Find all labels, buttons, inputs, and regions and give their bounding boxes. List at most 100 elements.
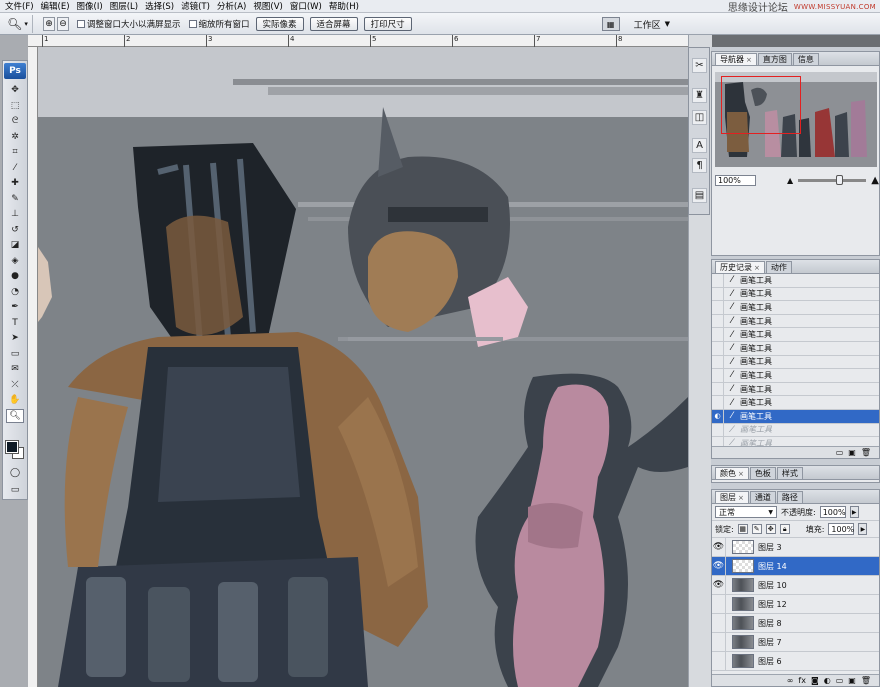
- bridge-icon[interactable]: ▦: [601, 17, 620, 31]
- print-size-button[interactable]: 打印尺寸: [363, 16, 412, 31]
- tab-layers-0[interactable]: 图层 ×: [715, 491, 749, 503]
- type-icon[interactable]: T: [6, 316, 24, 330]
- path-select-icon[interactable]: ➤: [6, 331, 24, 345]
- fill-field[interactable]: 100%: [828, 523, 855, 535]
- history-item[interactable]: ⁄ 画笔工具: [712, 396, 879, 410]
- eye-hidden-slot[interactable]: [712, 633, 726, 651]
- delete-layer-icon[interactable]: 🗑︎: [861, 676, 871, 685]
- history-source-cell[interactable]: [712, 396, 724, 409]
- navigator-preview[interactable]: [715, 72, 877, 167]
- actual-pixels-button[interactable]: 实际像素: [255, 16, 304, 31]
- history-source-cell[interactable]: [712, 287, 724, 301]
- history-brush-icon[interactable]: ↺: [6, 223, 24, 237]
- blur-icon[interactable]: ●: [6, 269, 24, 283]
- quick-mask-icon[interactable]: ◯: [6, 466, 24, 480]
- foreground-color-swatch[interactable]: [5, 440, 19, 454]
- menu-item[interactable]: 帮助(H): [327, 0, 364, 12]
- adjustment-layer-icon[interactable]: ◐: [824, 676, 831, 685]
- hand-icon[interactable]: ✋: [6, 393, 24, 407]
- history-item[interactable]: ⁄ 画笔工具: [712, 382, 879, 397]
- history-item[interactable]: ◐ ⁄ 画笔工具: [712, 409, 879, 424]
- tab-navigator-2[interactable]: 信息: [792, 53, 819, 65]
- move-icon[interactable]: ✥: [6, 83, 24, 97]
- zoom-out-small-icon[interactable]: ▲: [787, 176, 793, 185]
- rectangle-icon[interactable]: ▭: [6, 347, 24, 361]
- trash-icon[interactable]: 🗑︎: [861, 448, 871, 457]
- tab-navigator-1[interactable]: 直方图: [757, 53, 792, 65]
- history-source-cell[interactable]: [712, 382, 724, 396]
- fit-screen-button[interactable]: 适合屏幕: [309, 16, 358, 31]
- tab-color_panel-2[interactable]: 样式: [776, 467, 803, 479]
- tab-color_panel-0[interactable]: 颜色 ×: [715, 467, 749, 479]
- tab-navigator-0[interactable]: 导航器 ×: [715, 53, 757, 65]
- zoom-all-windows-checkbox[interactable]: 缩放所有窗口: [188, 18, 250, 30]
- layer-row[interactable]: 👁︎ 图层 10: [712, 576, 879, 595]
- close-icon[interactable]: ×: [738, 470, 744, 478]
- eye-icon[interactable]: 👁︎: [712, 576, 726, 594]
- pen-icon[interactable]: ✒: [6, 300, 24, 314]
- snapshot-icon[interactable]: ▭: [836, 448, 844, 457]
- new-layer-icon[interactable]: ▣: [848, 676, 856, 685]
- history-item[interactable]: ⁄ 画笔工具: [712, 369, 879, 383]
- menu-item[interactable]: 窗口(W): [288, 0, 327, 12]
- screen-mode-icon[interactable]: ▭: [6, 483, 24, 497]
- crop-icon[interactable]: ⌗: [6, 145, 24, 159]
- zoom-in-small-icon[interactable]: ▲: [871, 175, 879, 186]
- layer-row[interactable]: 图层 12: [712, 595, 879, 614]
- clone-source-icon[interactable]: ◫: [692, 110, 707, 125]
- opacity-field[interactable]: 100%: [819, 506, 846, 518]
- zoom-field[interactable]: 100%: [715, 174, 756, 186]
- lasso-icon[interactable]: ᘓ: [6, 114, 24, 128]
- history-source-cell[interactable]: ◐: [712, 409, 724, 423]
- history-source-cell[interactable]: [712, 423, 724, 437]
- layer-row[interactable]: 👁︎ 图层 14: [712, 557, 879, 576]
- history-item[interactable]: ⁄ 画笔工具: [712, 301, 879, 315]
- eye-hidden-slot[interactable]: [712, 652, 726, 670]
- history-item[interactable]: ⁄ 画笔工具: [712, 328, 879, 342]
- history-item[interactable]: ⁄ 画笔工具: [712, 314, 879, 329]
- history-source-cell[interactable]: [712, 301, 724, 314]
- zoom-tool-icon[interactable]: 🔍︎: [6, 408, 24, 423]
- eye-icon[interactable]: 👁︎: [712, 538, 726, 556]
- marquee-icon[interactable]: ⬚: [6, 99, 24, 113]
- vertical-ruler[interactable]: [28, 47, 38, 687]
- menu-item[interactable]: 选择(S): [143, 0, 179, 12]
- eye-hidden-slot[interactable]: [712, 614, 726, 632]
- healing-brush-icon[interactable]: ✚: [6, 176, 24, 190]
- zoom-slider-knob[interactable]: [836, 174, 844, 185]
- menu-item[interactable]: 图层(L): [108, 0, 143, 12]
- layer-style-icon[interactable]: fx: [798, 676, 806, 685]
- zoom-in-button[interactable]: ⊕: [43, 16, 55, 31]
- eye-hidden-slot[interactable]: [712, 595, 726, 613]
- resize-windows-checkbox[interactable]: 调整窗口大小以满屏显示: [77, 18, 181, 30]
- notes-icon[interactable]: ✉: [6, 362, 24, 376]
- opacity-arrow-button[interactable]: ▶: [849, 506, 859, 518]
- history-item[interactable]: ⁄ 画笔工具: [712, 341, 879, 356]
- zoom-slider[interactable]: [798, 174, 867, 185]
- close-icon[interactable]: ×: [746, 56, 752, 64]
- history-source-cell[interactable]: [712, 328, 724, 341]
- menu-item[interactable]: 滤镜(T): [179, 0, 215, 12]
- canvas[interactable]: [38, 47, 688, 687]
- brush-panel-icon[interactable]: ♜: [692, 88, 707, 103]
- eyedropper-icon[interactable]: ⁄: [6, 161, 24, 175]
- layer-row[interactable]: 👁︎ 图层 3: [712, 538, 879, 557]
- navigator-view-box[interactable]: [721, 76, 801, 134]
- link-layers-icon[interactable]: ∞: [787, 676, 794, 685]
- clone-stamp-icon[interactable]: ⊥: [6, 207, 24, 221]
- tab-layers-2[interactable]: 路径: [776, 491, 803, 503]
- history-item[interactable]: ⁄ 画笔工具: [712, 287, 879, 302]
- fill-arrow-button[interactable]: ▶: [858, 523, 868, 535]
- menu-item[interactable]: 分析(A): [215, 0, 251, 12]
- menu-item[interactable]: 文件(F): [3, 0, 39, 12]
- tools-preset-icon[interactable]: ✂: [692, 58, 707, 73]
- tab-history-0[interactable]: 历史记录 ×: [715, 261, 765, 273]
- workspace-switcher[interactable]: ▦ 工作区 ▼: [601, 16, 670, 32]
- eye-icon[interactable]: 👁︎: [712, 557, 726, 575]
- history-source-cell[interactable]: [712, 341, 724, 355]
- tab-history-1[interactable]: 动作: [765, 261, 792, 273]
- horizontal-ruler[interactable]: 1 2 3 4 5 6 7 8: [28, 35, 688, 47]
- history-item[interactable]: ⁄ 画笔工具: [712, 355, 879, 370]
- lock-transparency-icon[interactable]: ▦: [737, 524, 748, 534]
- eyedropper-3d-icon[interactable]: ⤫: [6, 378, 24, 392]
